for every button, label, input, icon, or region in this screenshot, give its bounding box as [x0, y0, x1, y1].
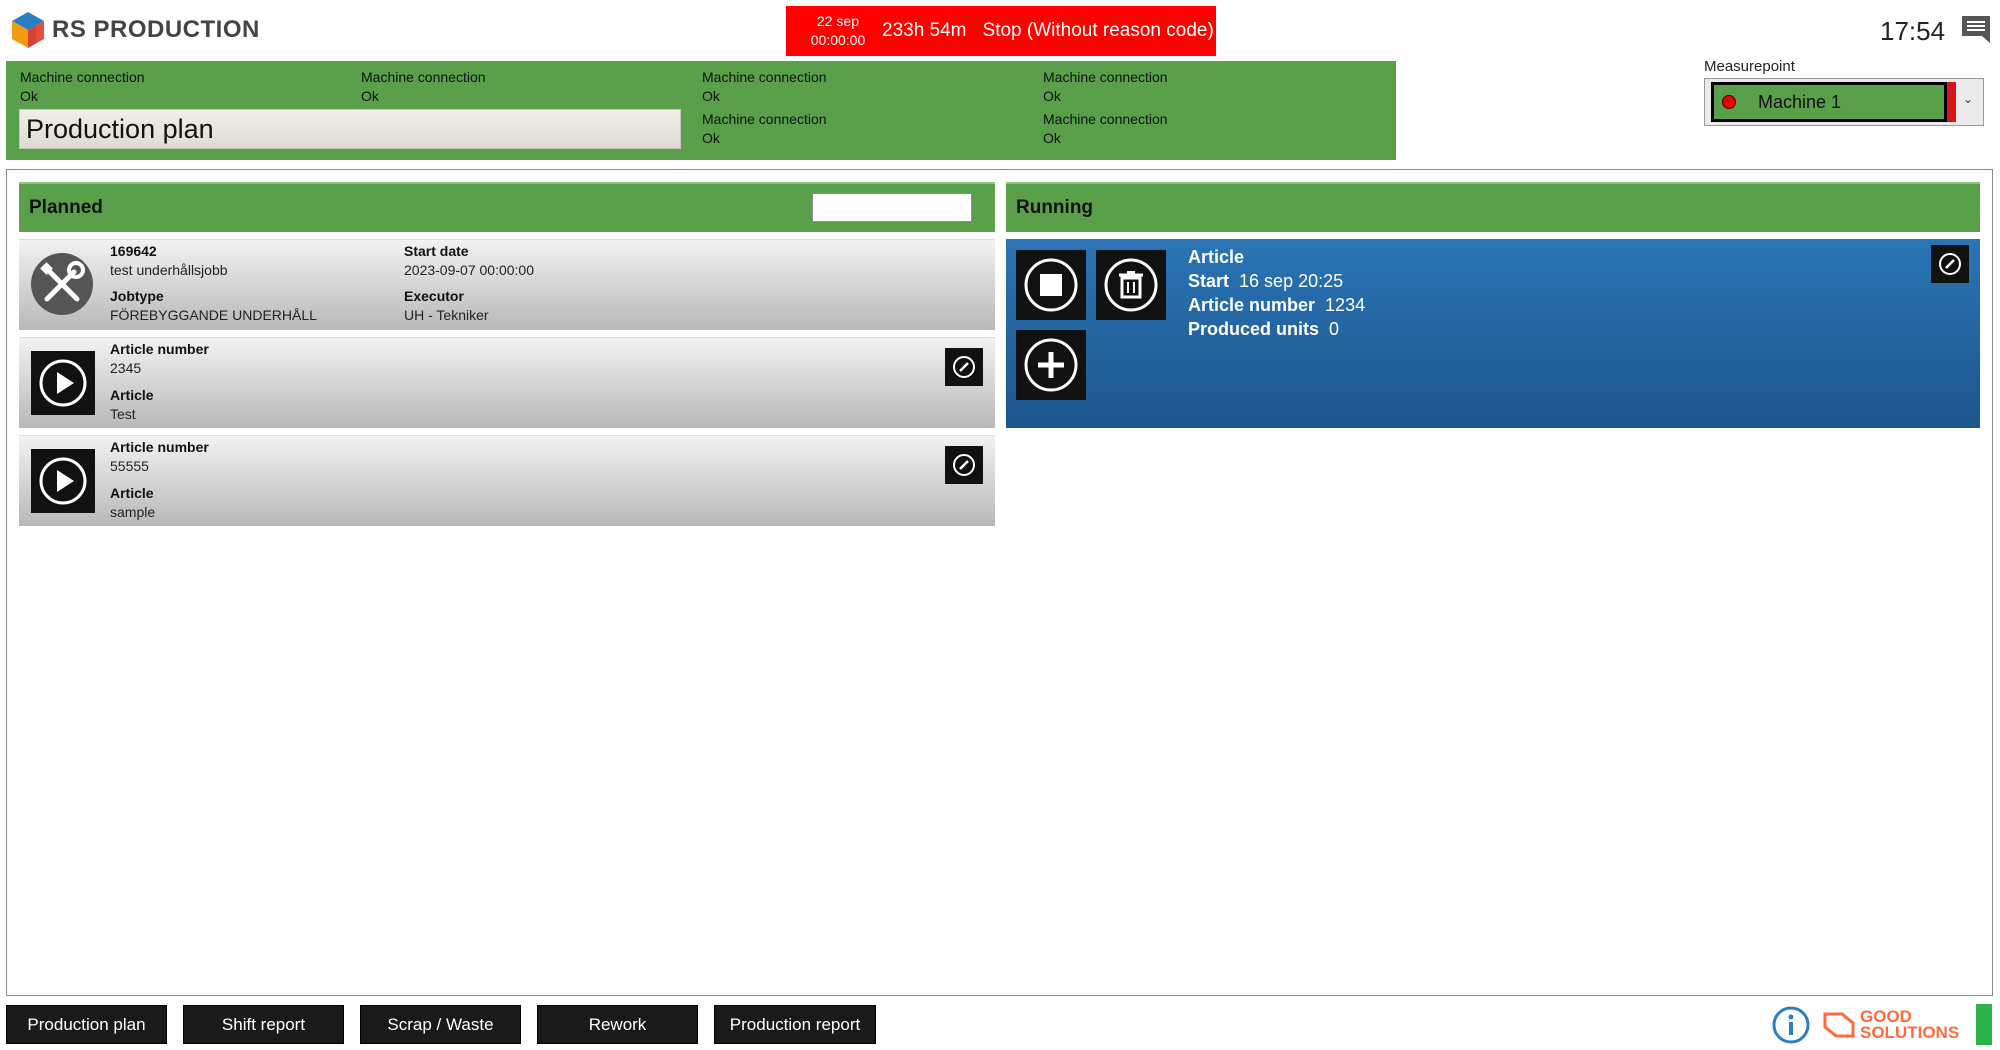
good-solutions-logo: GOOD SOLUTIONS: [1822, 1006, 1959, 1044]
connection-status-4: Machine connection Ok: [1043, 69, 1168, 104]
planned-job-card[interactable]: 169642 test underhållsjobb Jobtype FÖREB…: [19, 239, 995, 330]
page-title: Production plan: [19, 109, 681, 149]
add-button[interactable]: [1016, 330, 1086, 400]
clock: 17:54: [1880, 16, 1946, 46]
edit-button[interactable]: [945, 446, 983, 484]
article-number-label: Article number: [110, 341, 209, 357]
start-date-value: 2023-09-07 00:00:00: [404, 262, 534, 278]
connection-status-3: Machine connection Ok: [702, 69, 827, 104]
alarm-reason: Stop (Without reason code): [982, 20, 1214, 41]
machine-status-dot-icon: [1722, 95, 1736, 109]
connection-status-6: Machine connection Ok: [1043, 111, 1168, 146]
delete-button[interactable]: [1096, 250, 1166, 320]
measurepoint-selected[interactable]: Machine 1: [1711, 82, 1947, 122]
chevron-down-icon[interactable]: ⌄: [1963, 92, 1973, 106]
trash-icon: [1104, 258, 1158, 312]
article-value: sample: [110, 504, 156, 520]
connection-indicator: [1976, 1004, 1992, 1045]
edit-pencil-icon: [953, 454, 975, 476]
wrench-screwdriver-icon: [30, 252, 94, 316]
article-value: Test: [110, 406, 136, 422]
measurepoint-value: Machine 1: [1758, 91, 1842, 112]
production-report-button[interactable]: Production report: [714, 1005, 876, 1044]
plus-icon: [1024, 338, 1078, 392]
job-name: test underhållsjobb: [110, 262, 228, 278]
connection-status-5: Machine connection Ok: [702, 111, 827, 146]
measurepoint-status-bar: [1947, 82, 1956, 122]
play-button[interactable]: [31, 351, 95, 415]
running-title: Running: [1016, 197, 1094, 218]
connection-status-2: Machine connection Ok: [361, 69, 486, 104]
edit-pencil-icon: [953, 356, 975, 378]
production-plan-button[interactable]: Production plan: [6, 1005, 167, 1044]
connection-status-1: Machine connection Ok: [20, 69, 145, 104]
planned-title: Planned: [29, 197, 103, 218]
jobtype-label: Jobtype: [110, 288, 164, 304]
article-number-label: Article number: [110, 439, 209, 455]
info-icon[interactable]: [1771, 1005, 1811, 1045]
jobtype-value: FÖREBYGGANDE UNDERHÅLL: [110, 307, 317, 323]
rework-button[interactable]: Rework: [537, 1005, 698, 1044]
planned-search-input[interactable]: [812, 193, 972, 222]
alarm-datetime: 22 sep 00:00:00: [810, 12, 866, 50]
article-number-value: 55555: [110, 458, 149, 474]
cube-logo-icon: [12, 12, 44, 48]
edit-button[interactable]: [945, 348, 983, 386]
alarm-duration: 233h 54m: [882, 20, 967, 41]
app-logo: RS PRODUCTION: [10, 8, 260, 52]
running-produced-units: Produced units 0: [1188, 319, 1340, 339]
stop-button[interactable]: [1016, 250, 1086, 320]
planned-item[interactable]: Article number 2345 Article Test: [19, 337, 995, 428]
alarm-date: 22 sep: [816, 13, 860, 29]
executor-value: UH - Tekniker: [404, 307, 489, 323]
running-edit-button[interactable]: [1931, 245, 1969, 283]
shift-report-button[interactable]: Shift report: [183, 1005, 344, 1044]
running-job-card: Article Start 16 sep 20:25 Article numbe…: [1006, 239, 1980, 428]
good-solutions-mark-icon: [1823, 1012, 1855, 1038]
play-button[interactable]: [31, 449, 95, 513]
stop-alarm-banner[interactable]: 22 sep 00:00:00 233h 54m Stop (Without r…: [786, 6, 1216, 56]
scrap-waste-button[interactable]: Scrap / Waste: [360, 1005, 521, 1044]
article-number-value: 2345: [110, 360, 142, 376]
running-article-number: Article number 1234: [1188, 295, 1366, 315]
measurepoint-label: Measurepoint: [1704, 58, 1795, 75]
article-label: Article: [110, 387, 154, 403]
article-label: Article: [110, 485, 154, 501]
play-icon: [39, 457, 87, 505]
running-heading: Article: [1188, 247, 1245, 267]
planned-item[interactable]: Article number 55555 Article sample: [19, 435, 995, 526]
play-icon: [39, 359, 87, 407]
start-date-label: Start date: [404, 243, 469, 259]
brand-name: RS PRODUCTION: [52, 16, 260, 43]
machine-status-panel: Machine connection Ok Machine connection O…: [6, 61, 1396, 160]
running-start: Start 16 sep 20:25: [1188, 271, 1344, 291]
stop-icon: [1024, 258, 1078, 312]
edit-pencil-icon: [1939, 253, 1961, 275]
executor-label: Executor: [404, 288, 464, 304]
good-solutions-text: GOOD SOLUTIONS: [1860, 1007, 1960, 1042]
job-id: 169642: [110, 243, 157, 259]
running-header: Running: [1006, 182, 1980, 232]
message-icon[interactable]: [1960, 14, 1992, 44]
alarm-time: 00:00:00: [810, 32, 866, 48]
